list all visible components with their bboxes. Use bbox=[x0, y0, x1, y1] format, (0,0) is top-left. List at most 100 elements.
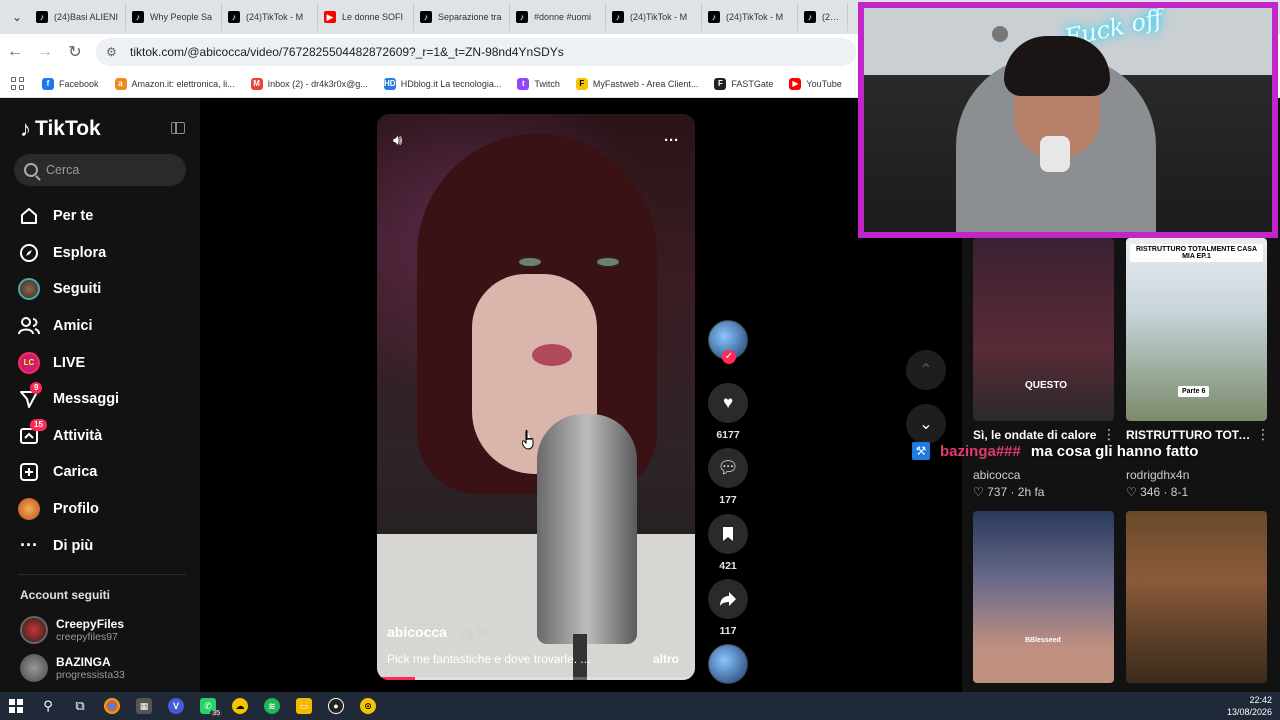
browser-tab[interactable]: ▶ Le donne SOFI bbox=[318, 3, 414, 31]
recommended-video-thumbnail[interactable]: QUESTO bbox=[973, 238, 1114, 421]
recommended-video-author[interactable]: rodrigdhx4n bbox=[1126, 468, 1189, 482]
browser-tab[interactable]: ♪ (24)TikTok - M bbox=[702, 3, 798, 31]
collapse-sidebar-icon[interactable] bbox=[171, 122, 185, 134]
menu-item-di-piu[interactable]: ··· Di più bbox=[18, 527, 188, 564]
task-view-icon[interactable]: ⧉ bbox=[64, 692, 96, 720]
tiktok-icon: ♪ bbox=[804, 11, 816, 23]
site-info-icon[interactable]: ⚙ bbox=[106, 45, 120, 59]
recommended-video-author[interactable]: abicocca bbox=[973, 468, 1020, 482]
webcam-overlay: Fuck off bbox=[858, 2, 1278, 238]
menu-item-messaggi[interactable]: 9 Messaggi bbox=[18, 381, 188, 418]
webcam-microphone bbox=[1040, 136, 1070, 172]
tiktok-sidebar: ♪TikTok Per te Esplora Seguiti bbox=[0, 98, 200, 692]
profile-icon bbox=[18, 498, 40, 521]
bookmark-gmail[interactable]: M Inbox (2) - dr4k3r0x@g... bbox=[245, 77, 374, 90]
browser-tab[interactable]: ♪(24)#d bbox=[798, 3, 848, 31]
reload-icon[interactable]: ↻ bbox=[60, 37, 90, 67]
browser-tab[interactable]: ♪ (24)Basi ALIENI bbox=[30, 3, 126, 31]
tiktok-logo[interactable]: ♪ TikTok bbox=[20, 116, 101, 142]
hand-cursor-icon bbox=[522, 430, 534, 450]
browser-tab[interactable]: ♪ Separazione tra bbox=[414, 3, 510, 31]
bookmark-fastgate[interactable]: F FASTGate bbox=[708, 77, 779, 90]
menu-item-live[interactable]: LC LIVE bbox=[18, 344, 188, 381]
see-more-link[interactable]: altro bbox=[653, 652, 679, 666]
bookmark-hdblog[interactable]: HD HDblog.it La tecnologia... bbox=[378, 77, 508, 90]
obs-icon[interactable]: ● bbox=[320, 692, 352, 720]
bookmark-myfastweb[interactable]: F MyFastweb - Area Client... bbox=[570, 77, 705, 90]
following-avatar-icon bbox=[18, 278, 40, 301]
upload-icon bbox=[18, 461, 40, 483]
stream-chat-message: ⚒ bazinga### ma cosa gli hanno fatto bbox=[912, 442, 1198, 460]
search-box[interactable] bbox=[14, 154, 186, 186]
bookmark-youtube[interactable]: ▶ YouTube bbox=[783, 77, 847, 90]
video-player[interactable]: 🔊︎ ··· abicocca · 2g fa Pick me fantasti… bbox=[377, 114, 695, 680]
chevron-up-icon: ⌃ bbox=[919, 362, 933, 379]
search-input[interactable] bbox=[46, 163, 166, 177]
address-bar[interactable]: ⚙ tiktok.com/@abicocca/video/76728255044… bbox=[96, 38, 856, 66]
weather-icon[interactable]: ☁ bbox=[224, 692, 256, 720]
tiktok-logo-icon: ♪ bbox=[20, 116, 31, 141]
tab-search-dropdown-icon[interactable]: ⌄ bbox=[4, 4, 30, 30]
more-options-icon[interactable]: ··· bbox=[664, 132, 679, 149]
app-icon[interactable]: ⊙ bbox=[352, 692, 384, 720]
recommended-video-title[interactable]: Sì, le ondate di calore bbox=[973, 428, 1114, 442]
forward-icon[interactable]: → bbox=[30, 37, 60, 67]
followed-accounts-header: Account seguiti bbox=[20, 588, 111, 602]
save-button[interactable]: 421 bbox=[708, 514, 748, 572]
vpn-icon[interactable]: V bbox=[160, 692, 192, 720]
previous-video-button[interactable]: ⌃ bbox=[906, 350, 946, 390]
search-icon[interactable]: ⚲ bbox=[32, 692, 64, 720]
video-progress-bar[interactable] bbox=[377, 677, 695, 680]
back-icon[interactable]: ← bbox=[0, 37, 30, 67]
browser-tab[interactable]: ♪ (24)TikTok - M bbox=[222, 3, 318, 31]
browser-tab[interactable]: ♪ Why People Sa bbox=[126, 3, 222, 31]
comment-button[interactable]: 💬︎ 177 bbox=[708, 448, 748, 506]
chat-badge-icon: ⚒ bbox=[912, 442, 930, 460]
tiktok-icon: ♪ bbox=[228, 11, 240, 23]
followed-account[interactable]: BAZINGA progressista33 bbox=[20, 654, 125, 682]
follow-plus-icon[interactable]: ✓ bbox=[722, 350, 736, 364]
tiktok-icon: ♪ bbox=[708, 11, 720, 23]
bookmark-facebook[interactable]: f Facebook bbox=[36, 77, 105, 90]
whatsapp-icon[interactable]: ✆ 35 bbox=[192, 692, 224, 720]
next-video-button[interactable]: ⌄ bbox=[906, 404, 946, 444]
recommended-video-thumbnail[interactable]: RISTRUTTURO TOTALMENTE CASA MIA EP.1 Par… bbox=[1126, 238, 1267, 421]
kebab-menu-icon[interactable]: ⋮ bbox=[1256, 426, 1270, 443]
clock[interactable]: 22:42 13/08/2026 bbox=[1227, 694, 1272, 718]
volume-icon[interactable]: 🔊︎ bbox=[393, 132, 402, 149]
menu-item-carica[interactable]: Carica bbox=[18, 454, 188, 491]
menu-item-profilo[interactable]: Profilo bbox=[18, 491, 188, 528]
video-caption-user[interactable]: abicocca · 2g fa bbox=[387, 624, 488, 640]
avatar bbox=[20, 616, 48, 644]
menu-item-attivita[interactable]: 15 Attività bbox=[18, 418, 188, 455]
chrome-icon[interactable] bbox=[96, 692, 128, 720]
next-creator-avatar[interactable] bbox=[708, 644, 748, 684]
apps-grid-icon[interactable] bbox=[8, 75, 26, 93]
menu-item-seguiti[interactable]: Seguiti bbox=[18, 271, 188, 308]
bookmark-twitch[interactable]: t Twitch bbox=[511, 77, 566, 90]
followed-account[interactable]: CreepyFiles creepyfiles97 bbox=[20, 616, 124, 644]
kebab-menu-icon[interactable]: ⋮ bbox=[1102, 426, 1116, 443]
menu-item-esplora[interactable]: Esplora bbox=[18, 235, 188, 272]
calculator-icon[interactable]: ▦ bbox=[128, 692, 160, 720]
menu-item-amici[interactable]: Amici bbox=[18, 308, 188, 345]
bookmark-icon bbox=[708, 514, 748, 554]
spotify-icon[interactable]: ≋ bbox=[256, 692, 288, 720]
browser-tab[interactable]: ♪ #donne #uomi bbox=[510, 3, 606, 31]
menu-item-per-te[interactable]: Per te bbox=[18, 198, 188, 235]
main-menu: Per te Esplora Seguiti Amici LC LIVE 9 M… bbox=[18, 198, 188, 564]
share-button[interactable]: 117 bbox=[708, 579, 748, 637]
browser-tab[interactable]: ♪ (24)TikTok - M bbox=[606, 3, 702, 31]
file-explorer-icon[interactable]: ▭ bbox=[288, 692, 320, 720]
twitch-icon: t bbox=[517, 77, 530, 90]
tiktok-icon: ♪ bbox=[516, 11, 528, 23]
like-button[interactable]: ♥ 6177 bbox=[708, 383, 748, 441]
recommended-video-thumbnail[interactable]: BBlesseed bbox=[973, 511, 1114, 683]
webcam-person-hair bbox=[1004, 36, 1110, 96]
recommended-video-title[interactable]: RISTRUTTURO TOTALMENTE CASA... bbox=[1126, 428, 1254, 442]
recommended-video-thumbnail[interactable] bbox=[1126, 511, 1267, 683]
webcam-lamp bbox=[992, 26, 1008, 42]
comment-icon: 💬︎ bbox=[708, 448, 748, 488]
bookmark-amazon[interactable]: a Amazon.it: elettronica, li... bbox=[109, 77, 241, 90]
windows-start-icon[interactable] bbox=[0, 692, 32, 720]
